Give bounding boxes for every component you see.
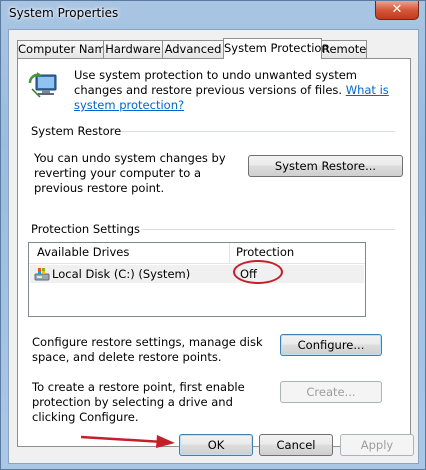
protection-settings-heading: Protection Settings (31, 222, 141, 236)
intro-text-block: Use system protection to undo unwanted s… (74, 68, 394, 113)
drives-list-header: Available Drives Protection (29, 243, 365, 264)
tab-hardware[interactable]: Hardware (103, 40, 163, 58)
create-button-label: Create... (306, 385, 356, 399)
title-bar[interactable]: System Properties ✕ (1, 1, 426, 29)
configure-button-label: Configure... (297, 338, 365, 352)
create-description: To create a restore point, first enable … (32, 380, 245, 424)
ok-button[interactable]: OK (179, 434, 253, 456)
create-button[interactable]: Create... (280, 381, 382, 403)
system-protection-panel: Use system protection to undo unwanted s… (17, 58, 411, 447)
dialog-client-area: Computer Name Hardware Advanced System P… (8, 29, 419, 464)
column-protection[interactable]: Protection (236, 245, 294, 259)
configure-description: Configure restore settings, manage disk … (32, 335, 263, 364)
tab-system-protection[interactable]: System Protection (223, 38, 329, 59)
drives-list[interactable]: Available Drives Protection Local Disk (… (28, 242, 366, 317)
close-button[interactable]: ✕ (375, 1, 419, 20)
system-protection-icon (28, 72, 57, 98)
system-restore-button-label: System Restore... (274, 159, 377, 173)
system-restore-button[interactable]: System Restore... (248, 155, 403, 177)
cancel-button[interactable]: Cancel (259, 434, 333, 456)
ok-button-label: OK (207, 438, 225, 452)
system-properties-window: System Properties ✕ Computer Name Hardwa… (0, 0, 426, 470)
configure-button[interactable]: Configure... (280, 334, 382, 356)
local-disk-icon (34, 268, 50, 281)
ok-pointer-arrow-icon (80, 435, 175, 448)
cancel-button-label: Cancel (276, 438, 316, 452)
column-available-drives[interactable]: Available Drives (37, 245, 129, 259)
tab-advanced[interactable]: Advanced (162, 40, 224, 58)
column-separator (229, 243, 230, 263)
apply-button-label: Apply (360, 438, 394, 452)
drive-name: Local Disk (C:) (System) (52, 267, 191, 281)
apply-button[interactable]: Apply (340, 434, 414, 456)
drive-row[interactable]: Local Disk (C:) (System) Off (30, 265, 364, 283)
system-restore-heading: System Restore (31, 124, 122, 138)
window-title: System Properties (9, 6, 119, 20)
tab-computer-name[interactable]: Computer Name (17, 40, 113, 58)
protection-settings-divider (141, 229, 395, 230)
intro-description: Use system protection to undo unwanted s… (74, 68, 357, 97)
system-restore-divider (121, 131, 395, 132)
off-highlight-annotation (233, 260, 283, 284)
system-restore-description: You can undo system changes by reverting… (34, 151, 226, 195)
